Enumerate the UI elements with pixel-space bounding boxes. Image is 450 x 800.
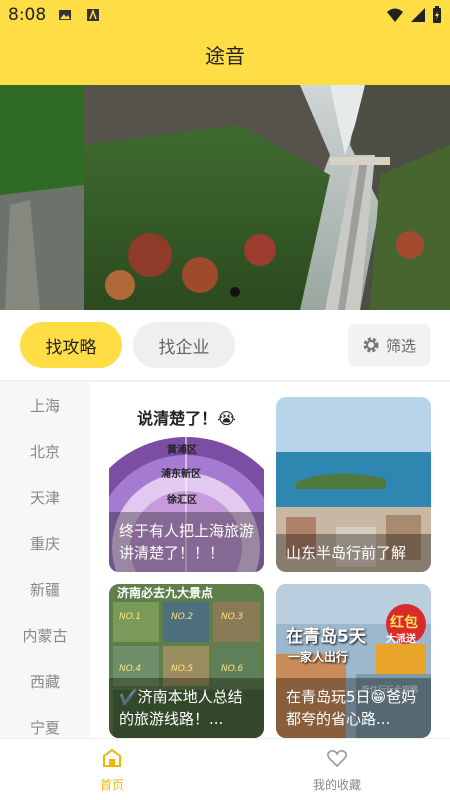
nav-favorites-label: 我的收藏	[312, 778, 361, 792]
bottom-navigation: 首页 我的收藏	[0, 738, 450, 800]
rank-label: NO.2	[171, 612, 194, 622]
guide-card-grid: 说清楚了！😭 黄浦区 浦东新区 徐汇区 终于有人把上海旅游讲清楚了！！！ 山东半…	[90, 382, 450, 738]
card-caption: 在青岛玩5日😁爸妈都夸的省心路...	[276, 678, 431, 738]
region-list: 上海 北京 天津 重庆 新疆 内蒙古 西藏 宁夏	[0, 382, 90, 738]
card-image-title: 说清楚了！😭	[137, 409, 236, 428]
region-item[interactable]: 内蒙古	[0, 612, 90, 658]
banner-carousel[interactable]	[0, 85, 450, 310]
guide-card[interactable]: 山东半岛行前了解	[276, 397, 431, 572]
gear-icon	[363, 337, 379, 353]
carousel-indicator-dot[interactable]	[230, 287, 240, 297]
home-icon	[103, 748, 121, 767]
wifi-icon	[387, 8, 403, 22]
guide-card[interactable]: 济南必去九大景点 NO.1 NO.2 NO.3 NO.4 NO.5 NO.6 ✔…	[109, 584, 264, 738]
guide-card[interactable]: 说清楚了！😭 黄浦区 浦东新区 徐汇区 终于有人把上海旅游讲清楚了！！！	[109, 397, 264, 572]
rank-label: NO.3	[221, 612, 244, 622]
filter-button[interactable]: 筛选	[348, 324, 430, 366]
filter-label: 筛选	[385, 336, 416, 355]
rank-label: NO.1	[119, 612, 142, 622]
card-caption: 终于有人把上海旅游讲清楚了！！！	[109, 512, 264, 572]
region-item[interactable]: 上海	[0, 382, 90, 428]
app-header: 8:08 途音	[0, 0, 450, 85]
district-label: 浦东新区	[161, 469, 201, 480]
card-image-title: 在青岛5天	[286, 627, 366, 647]
page-title: 途音	[205, 44, 245, 68]
red-packet-badge-sub: 大派送	[386, 634, 416, 645]
image-notification-icon	[59, 10, 71, 20]
rank-label: NO.5	[171, 664, 194, 674]
card-caption: ✔️济南本地人总结的旅游线路！...	[109, 678, 264, 738]
region-item[interactable]: 北京	[0, 428, 90, 474]
banner-image	[0, 85, 450, 310]
app-notification-icon	[87, 8, 99, 21]
district-label: 徐汇区	[167, 495, 197, 506]
nav-home-label: 首页	[99, 778, 124, 792]
guide-card[interactable]: 在青岛5天 一家人出行 红包 大派送 吃住行玩全攻略 在青岛玩5日😁爸妈都夸的省…	[276, 584, 431, 738]
region-item[interactable]: 重庆	[0, 520, 90, 566]
nav-favorites[interactable]: 我的收藏	[277, 747, 397, 793]
region-item[interactable]: 新疆	[0, 566, 90, 612]
district-label: 黄浦区	[167, 445, 197, 456]
tab-find-company[interactable]: 找企业	[133, 322, 235, 368]
nav-home[interactable]: 首页	[52, 747, 172, 793]
status-time: 8:08	[8, 5, 47, 25]
signal-icon	[411, 8, 425, 22]
category-tabs: 找攻略 找企业 筛选	[0, 310, 450, 380]
region-item[interactable]: 宁夏	[0, 704, 90, 738]
rank-label: NO.4	[119, 664, 142, 674]
card-caption: 山东半岛行前了解	[276, 534, 431, 572]
tab-find-guide[interactable]: 找攻略	[20, 322, 122, 368]
card-image-subtitle: 一家人出行	[288, 650, 349, 664]
red-packet-badge: 红包	[390, 615, 418, 631]
battery-icon	[433, 6, 441, 23]
card-image-title: 济南必去九大景点	[117, 586, 214, 600]
status-bar: 8:08	[0, 0, 450, 30]
region-item[interactable]: 西藏	[0, 658, 90, 704]
heart-icon	[327, 750, 347, 768]
rank-label: NO.6	[221, 664, 244, 674]
region-item[interactable]: 天津	[0, 474, 90, 520]
